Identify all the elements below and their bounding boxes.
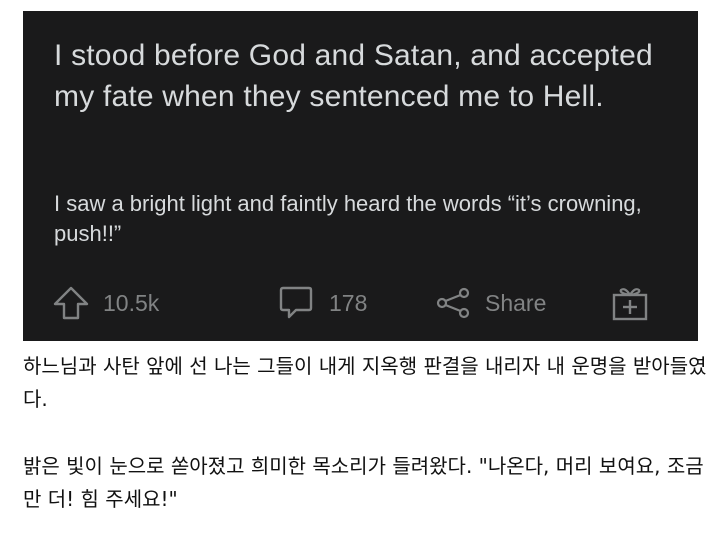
korean-title-translation: 하느님과 사탄 앞에 선 나는 그들이 내게 지옥행 판결을 내리자 내 운명을…	[23, 354, 707, 411]
post-body: I saw a bright light and faintly heard t…	[54, 191, 642, 246]
gift-award-icon	[611, 284, 649, 322]
comment-bubble-icon	[278, 285, 314, 321]
post-card[interactable]: I stood before God and Satan, and accept…	[23, 11, 698, 341]
korean-body-translation: 밝은 빛이 눈으로 쏟아졌고 희미한 목소리가 들려왔다. "나온다, 머리 보…	[23, 454, 704, 511]
share-icon	[435, 285, 471, 321]
comment-count: 178	[329, 289, 368, 316]
comments-button[interactable]: 178	[278, 281, 367, 325]
upvote-arrow-icon[interactable]	[53, 286, 89, 320]
share-button[interactable]: Share	[435, 281, 546, 325]
share-label: Share	[485, 289, 547, 316]
post-title[interactable]: I stood before God and Satan, and accept…	[54, 35, 674, 117]
action-bar: 10.5k 178 Share	[23, 281, 698, 325]
upvote-count: 10.5k	[103, 289, 160, 316]
award-button[interactable]	[611, 281, 649, 325]
upvote-button[interactable]: 10.5k	[53, 281, 159, 325]
